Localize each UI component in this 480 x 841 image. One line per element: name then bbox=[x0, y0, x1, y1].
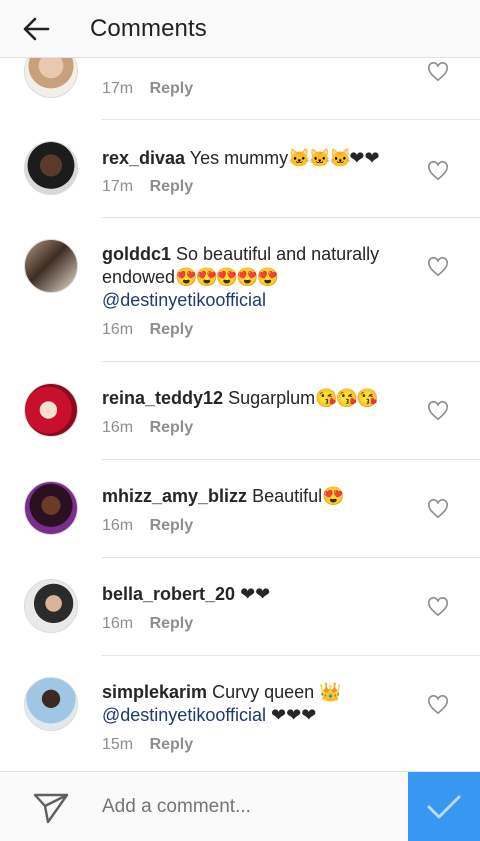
comment-username[interactable]: golddc1 bbox=[102, 244, 171, 264]
comment-text: golddc1 So beautiful and naturally endow… bbox=[102, 243, 412, 312]
mention-link[interactable]: @destinyetikoofficial bbox=[102, 705, 266, 725]
avatar[interactable] bbox=[24, 579, 78, 633]
comment-body: Sugarplum bbox=[228, 388, 316, 408]
comment-meta: 16m Reply bbox=[102, 321, 193, 339]
comment-time: 16m bbox=[102, 419, 134, 436]
comment-trailing: ❤❤❤ bbox=[271, 705, 317, 725]
avatar[interactable] bbox=[24, 58, 78, 98]
comment-text: simplekarim Curvy queen 👑 @destinyetikoo… bbox=[102, 681, 412, 727]
direct-send-icon[interactable] bbox=[32, 790, 70, 826]
comment-meta: 16m Reply bbox=[102, 615, 193, 633]
comment-item: simplekarim Curvy queen 👑 @destinyetikoo… bbox=[0, 656, 480, 771]
comment-composer bbox=[0, 771, 480, 841]
avatar[interactable] bbox=[24, 141, 78, 195]
comment-meta: 16m Reply bbox=[102, 517, 193, 535]
comment-emoji: 😍 bbox=[322, 486, 344, 506]
like-heart-icon[interactable] bbox=[427, 257, 449, 277]
comment-username[interactable]: reina_teddy12 bbox=[102, 388, 223, 408]
back-button[interactable] bbox=[0, 0, 70, 58]
comment-time: 16m bbox=[102, 615, 134, 632]
comment-text: rex_divaa Yes mummy🐱🐱🐱❤❤ bbox=[102, 147, 412, 170]
reply-button[interactable]: Reply bbox=[150, 178, 194, 195]
comment-list[interactable]: 17m Reply rex_divaa Yes mummy🐱🐱🐱❤❤ 17m R… bbox=[0, 58, 480, 771]
comment-body: Curvy queen bbox=[212, 682, 315, 702]
comment-meta: 17m Reply bbox=[102, 178, 193, 196]
like-heart-icon[interactable] bbox=[427, 499, 449, 519]
avatar[interactable] bbox=[24, 239, 78, 293]
comment-item: bella_robert_20 ❤❤ 16m Reply bbox=[0, 558, 480, 656]
comment-input[interactable] bbox=[102, 796, 392, 818]
comment-meta: 16m Reply bbox=[102, 419, 193, 437]
comment-meta: 17m Reply bbox=[102, 80, 193, 98]
top-bar: Comments bbox=[0, 0, 480, 58]
comment-body: Yes mummy bbox=[189, 148, 289, 168]
mention-link[interactable]: @destinyetikoofficial bbox=[102, 290, 266, 310]
comment-item: reina_teddy12 Sugarplum😘😘😘 16m Reply bbox=[0, 362, 480, 460]
avatar[interactable] bbox=[24, 677, 78, 731]
comment-emoji: 😘😘😘 bbox=[315, 388, 378, 408]
comment-body: ❤❤ bbox=[240, 584, 271, 604]
like-heart-icon[interactable] bbox=[427, 597, 449, 617]
comment-text: reina_teddy12 Sugarplum😘😘😘 bbox=[102, 387, 412, 410]
checkmark-icon bbox=[427, 795, 461, 819]
back-arrow-icon bbox=[23, 17, 50, 40]
comment-item: mhizz_amy_blizz Beautiful😍 16m Reply bbox=[0, 460, 480, 558]
comment-body: Beautiful bbox=[252, 486, 323, 506]
comment-meta: 15m Reply bbox=[102, 736, 193, 754]
comment-emoji: 👑 bbox=[319, 682, 341, 702]
comment-time: 16m bbox=[102, 517, 134, 534]
post-comment-button[interactable] bbox=[408, 772, 480, 841]
like-heart-icon[interactable] bbox=[427, 161, 449, 181]
comment-emoji: 😍😍😍😍😍 bbox=[175, 267, 279, 287]
comment-username[interactable]: mhizz_amy_blizz bbox=[102, 486, 247, 506]
comment-item: 17m Reply bbox=[0, 58, 480, 120]
comment-emoji: 🐱🐱🐱 bbox=[288, 148, 351, 168]
comment-username[interactable]: bella_robert_20 bbox=[102, 584, 235, 604]
like-heart-icon[interactable] bbox=[427, 62, 449, 82]
reply-button[interactable]: Reply bbox=[150, 321, 194, 338]
reply-button[interactable]: Reply bbox=[150, 80, 194, 97]
page-title: Comments bbox=[90, 14, 207, 42]
like-heart-icon[interactable] bbox=[427, 695, 449, 715]
reply-button[interactable]: Reply bbox=[150, 419, 194, 436]
like-heart-icon[interactable] bbox=[427, 401, 449, 421]
reply-button[interactable]: Reply bbox=[150, 517, 194, 534]
comment-time: 17m bbox=[102, 178, 134, 195]
reply-button[interactable]: Reply bbox=[150, 736, 194, 753]
avatar[interactable] bbox=[24, 481, 78, 535]
comment-item: rex_divaa Yes mummy🐱🐱🐱❤❤ 17m Reply bbox=[0, 120, 480, 218]
comment-username[interactable]: simplekarim bbox=[102, 682, 207, 702]
comment-trailing: ❤❤ bbox=[349, 148, 380, 168]
avatar[interactable] bbox=[24, 383, 78, 437]
comment-time: 17m bbox=[102, 80, 134, 97]
comment-username[interactable]: rex_divaa bbox=[102, 148, 185, 168]
reply-button[interactable]: Reply bbox=[150, 615, 194, 632]
comment-time: 16m bbox=[102, 321, 134, 338]
comment-time: 15m bbox=[102, 736, 134, 753]
comment-text: bella_robert_20 ❤❤ bbox=[102, 583, 412, 606]
comment-text: mhizz_amy_blizz Beautiful😍 bbox=[102, 485, 412, 508]
comment-item: golddc1 So beautiful and naturally endow… bbox=[0, 218, 480, 362]
